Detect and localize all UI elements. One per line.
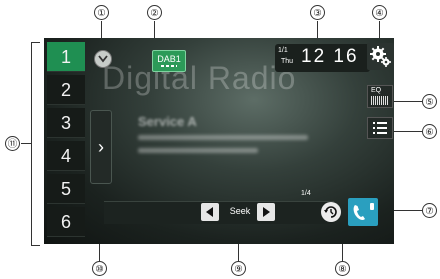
- chevron-right-icon: ›: [98, 137, 104, 157]
- preset-button-3[interactable]: 3: [47, 108, 85, 138]
- seek-forward-button[interactable]: [257, 203, 275, 221]
- bottom-control-bar: [104, 201, 334, 224]
- phone-icon: [353, 205, 365, 220]
- callout-8: ⑧: [335, 261, 350, 276]
- next-page-button[interactable]: ›: [90, 110, 112, 184]
- band-button[interactable]: DAB1: [152, 50, 186, 72]
- gears-icon: [370, 46, 391, 67]
- band-label: DAB1: [157, 54, 181, 64]
- callout-4: ④: [372, 5, 387, 20]
- list-icon: [373, 122, 387, 134]
- callout-9: ⑨: [231, 261, 246, 276]
- page-indicator: 1/4: [301, 190, 311, 197]
- expand-button[interactable]: [94, 50, 112, 68]
- list-button[interactable]: [367, 117, 393, 139]
- callout-2: ②: [147, 5, 162, 20]
- band-indicator: [161, 65, 177, 67]
- triangle-left-icon: [206, 207, 213, 217]
- callout-7: ⑦: [422, 203, 437, 218]
- leader-line-11: [21, 143, 31, 144]
- history-icon: [324, 206, 337, 218]
- callout-1: ①: [94, 5, 109, 20]
- date-weekday: Thu: [281, 58, 294, 65]
- preset-bracket: [31, 42, 40, 246]
- callout-5: ⑤: [422, 94, 437, 109]
- phone-status-icon: [370, 203, 374, 210]
- service-info-line: [138, 135, 308, 140]
- equalizer-icon: [371, 96, 389, 105]
- chevron-down-icon: [98, 55, 108, 63]
- service-info-line: [138, 148, 258, 153]
- eq-label: EQ: [371, 87, 382, 94]
- eq-button[interactable]: EQ: [367, 85, 393, 108]
- preset-bar: 1 2 3 4 5 6: [44, 38, 88, 244]
- leader-line-5: [394, 101, 422, 102]
- phone-button[interactable]: [348, 198, 378, 226]
- preset-button-5[interactable]: 5: [47, 174, 85, 204]
- clock-display: 1/1 Thu 12 16: [275, 44, 370, 72]
- seek-label: Seek: [229, 206, 251, 216]
- callout-10: ⑩: [92, 261, 107, 276]
- seek-back-button[interactable]: [201, 203, 219, 221]
- leader-line-7: [394, 210, 422, 211]
- callout-6: ⑥: [422, 124, 437, 139]
- preset-button-4[interactable]: 4: [47, 141, 85, 171]
- callout-11: ⑪: [5, 136, 20, 151]
- recall-button[interactable]: [321, 202, 341, 222]
- preset-button-2[interactable]: 2: [47, 75, 85, 105]
- clock-time: 12 16: [301, 46, 359, 67]
- callout-3: ③: [310, 5, 325, 20]
- preset-button-6[interactable]: 6: [47, 207, 85, 237]
- radio-screen: Digital Radio 1 2 3 4 5 6 › DAB1 Service…: [44, 38, 394, 244]
- leader-line-6: [394, 131, 422, 132]
- date-day-month: 1/1: [278, 47, 288, 54]
- preset-button-1[interactable]: 1: [47, 42, 85, 72]
- settings-button[interactable]: [367, 43, 394, 70]
- triangle-right-icon: [263, 207, 270, 217]
- source-watermark: Digital Radio: [102, 60, 297, 96]
- service-name: Service A: [138, 114, 197, 129]
